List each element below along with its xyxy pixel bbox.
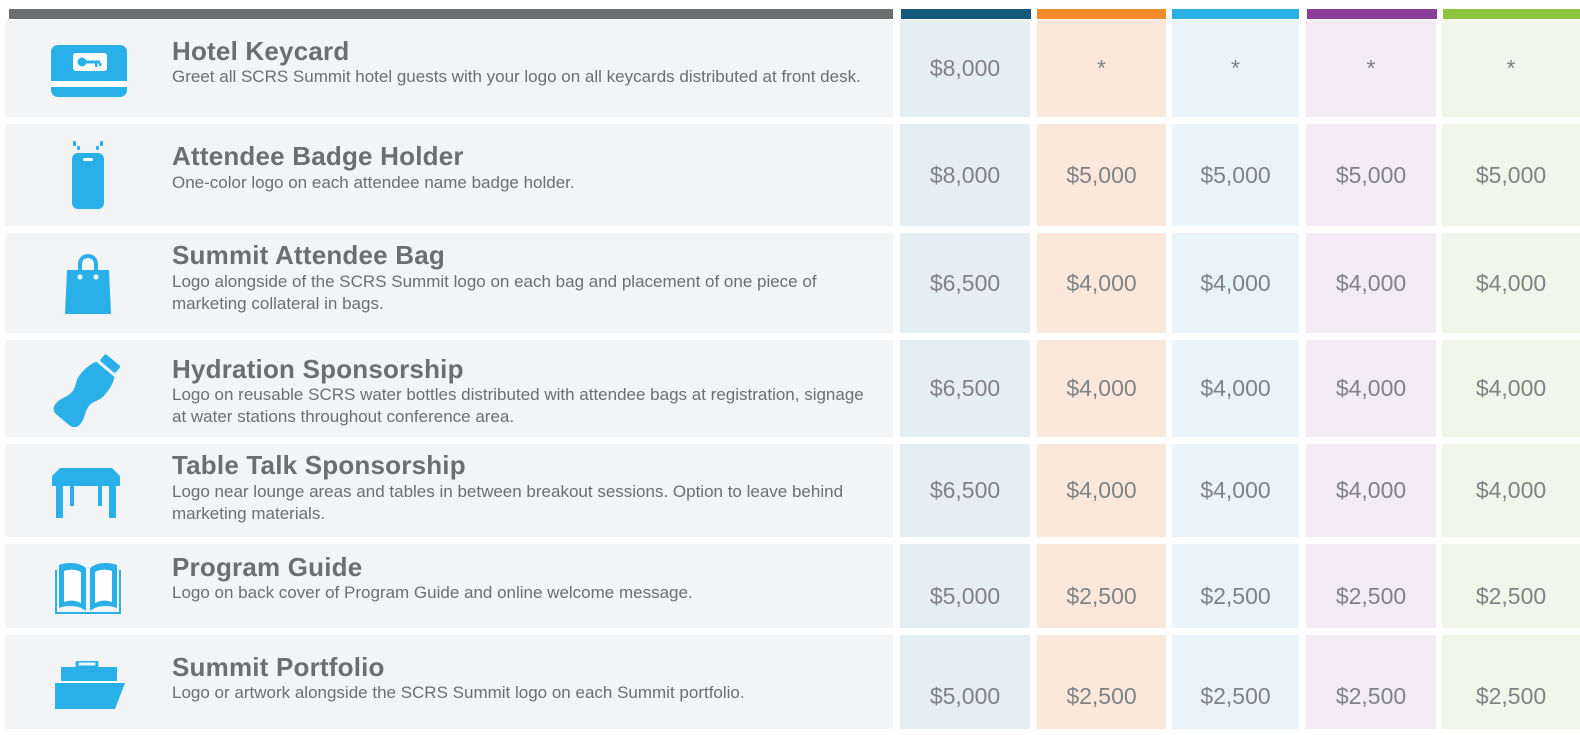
shopping-bag-icon	[46, 243, 130, 327]
price-tier-3: $2,500	[1172, 635, 1299, 729]
price-tier-1: $6,500	[900, 340, 1030, 437]
price-tier-1: $6,500	[900, 233, 1030, 333]
price-tier-3: $5,000	[1172, 124, 1299, 226]
row-description: Greet all SCRS Summit hotel guests with …	[172, 67, 861, 86]
row-title: Attendee Badge Holder	[172, 141, 464, 171]
price-tier-4: $2,500	[1306, 635, 1436, 729]
row-description: Logo alongside of the SCRS Summit logo o…	[172, 272, 817, 313]
price-tier-5: $2,500	[1442, 544, 1580, 628]
price-tier-1: $8,000	[900, 124, 1030, 226]
header-bar-tier-1	[901, 9, 1031, 19]
price-tier-4: $5,000	[1306, 124, 1436, 226]
header-bar-tier-5	[1443, 9, 1580, 19]
row-description: One-color logo on each attendee name bad…	[172, 173, 575, 192]
header-bar-tier-2	[1037, 9, 1166, 19]
price-tier-1: $6,500	[900, 444, 1030, 537]
row-title: Program Guide	[172, 552, 363, 582]
price-tier-5: $4,000	[1442, 444, 1580, 537]
price-tier-4: $2,500	[1306, 544, 1436, 628]
price-tier-2: *	[1037, 20, 1166, 117]
price-tier-3: *	[1172, 20, 1299, 117]
row-description: Logo or artwork alongside the SCRS Summi…	[172, 683, 745, 702]
price-tier-2: $4,000	[1037, 444, 1166, 537]
open-book-icon	[46, 546, 130, 630]
price-tier-4: *	[1306, 20, 1436, 117]
keycard-icon	[47, 29, 131, 113]
price-tier-2: $2,500	[1037, 635, 1166, 729]
header-bar-tier-3	[1172, 9, 1299, 19]
row-title: Hotel Keycard	[172, 36, 350, 66]
header-bar-description	[9, 9, 893, 19]
row-description: Logo on back cover of Program Guide and …	[172, 583, 693, 602]
water-bottle-icon	[46, 348, 130, 432]
price-tier-2: $4,000	[1037, 340, 1166, 437]
price-tier-2: $4,000	[1037, 233, 1166, 333]
price-tier-3: $2,500	[1172, 544, 1299, 628]
row-title: Summit Attendee Bag	[172, 240, 445, 270]
price-tier-3: $4,000	[1172, 444, 1299, 537]
price-tier-5: *	[1442, 20, 1580, 117]
price-tier-4: $4,000	[1306, 340, 1436, 437]
price-tier-1: $5,000	[900, 544, 1030, 628]
header-bar-tier-4	[1307, 9, 1437, 19]
price-tier-5: $2,500	[1442, 635, 1580, 729]
price-tier-2: $5,000	[1037, 124, 1166, 226]
price-tier-1: $8,000	[900, 20, 1030, 117]
row-title: Hydration Sponsorship	[172, 354, 464, 384]
row-description: Logo near lounge areas and tables in bet…	[172, 482, 844, 523]
row-title: Summit Portfolio	[172, 652, 385, 682]
price-tier-5: $4,000	[1442, 340, 1580, 437]
price-tier-4: $4,000	[1306, 233, 1436, 333]
row-title: Table Talk Sponsorship	[172, 450, 466, 480]
price-tier-4: $4,000	[1306, 444, 1436, 537]
price-tier-5: $4,000	[1442, 233, 1580, 333]
price-tier-1: $5,000	[900, 635, 1030, 729]
price-tier-2: $2,500	[1037, 544, 1166, 628]
table-icon	[44, 450, 128, 534]
badge-holder-icon	[46, 133, 130, 217]
price-tier-3: $4,000	[1172, 233, 1299, 333]
price-tier-5: $5,000	[1442, 124, 1580, 226]
open-folder-icon	[48, 644, 132, 728]
row-description: Logo on reusable SCRS water bottles dist…	[172, 385, 864, 426]
price-tier-3: $4,000	[1172, 340, 1299, 437]
